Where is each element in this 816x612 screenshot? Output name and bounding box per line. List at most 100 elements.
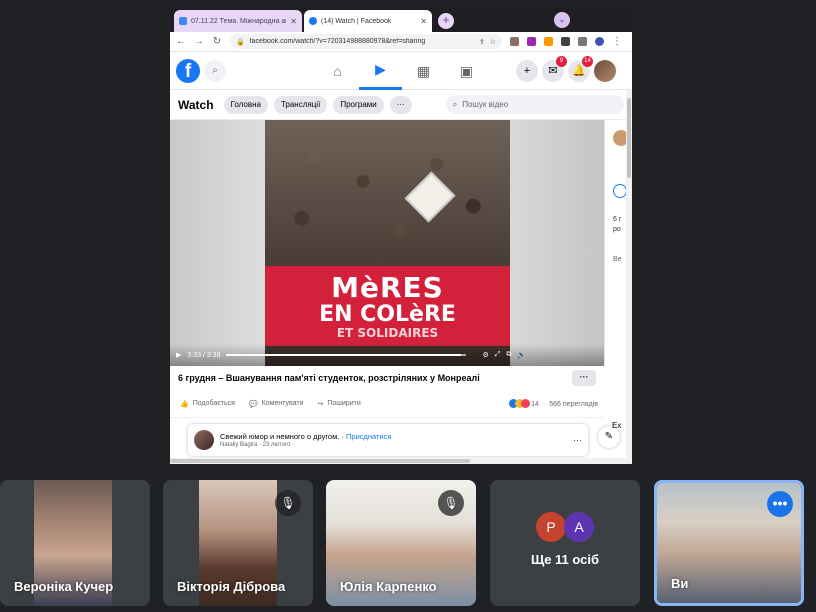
- scrollbar[interactable]: [626, 90, 632, 464]
- forward-icon[interactable]: →: [194, 36, 204, 47]
- horizontal-scrollbar[interactable]: [170, 458, 626, 464]
- messenger-icon[interactable]: ✉ 9: [542, 56, 567, 82]
- play-icon[interactable]: ▶: [176, 351, 181, 359]
- video-player[interactable]: MèRES EN COLèRE ET SOLIDAIRES ▶ 3:33 / 3…: [170, 120, 604, 366]
- back-icon[interactable]: ←: [176, 36, 186, 47]
- gaming-icon[interactable]: ▣: [445, 52, 488, 90]
- notifications-icon[interactable]: 🔔 14: [568, 56, 593, 82]
- avatar: [194, 430, 214, 450]
- pip-icon[interactable]: ⧉: [506, 351, 511, 359]
- participant-tile[interactable]: 🎙 Вікторія Діброва: [163, 480, 313, 606]
- participant-tile[interactable]: 🎙 Юлія Карпенко: [326, 480, 476, 606]
- reload-icon[interactable]: ↻: [212, 36, 222, 47]
- video-actions: 👍 Подобається 💬 Коментувати ↪ Поширити 14 ·…: [170, 390, 604, 418]
- participant-name: Вероніка Кучер: [14, 579, 114, 594]
- post-author: Nataliy Bagira · 23 лютого ·: [220, 442, 294, 448]
- watch-more-button[interactable]: ···: [389, 95, 412, 114]
- participant-tile[interactable]: Вероніка Кучер: [0, 480, 150, 606]
- join-link[interactable]: Присднатися: [346, 432, 391, 441]
- browser-tab-facebook[interactable]: (14) Watch | Facebook ✕: [304, 10, 432, 32]
- watch-search-input[interactable]: ⌕ Пошук відео: [445, 95, 624, 114]
- views-count: 566 переглядів: [549, 401, 598, 408]
- self-tile[interactable]: ••• Ви: [654, 480, 804, 606]
- video-progress[interactable]: [226, 354, 467, 356]
- tab-label: 07.11.22 Тема. Міжнародна акц: [191, 17, 287, 25]
- url-text: facebook.com/watch/?v=720314988880978&re…: [249, 38, 426, 45]
- participant-name: Юлія Карпенко: [340, 579, 437, 594]
- watch-tab-live[interactable]: Трансляції: [273, 95, 328, 114]
- video-frame: MèRES EN COLèRE ET SOLIDAIRES: [265, 120, 510, 366]
- watch-bar: Watch Головна Трансляції Програми ··· ⌕ …: [170, 90, 632, 120]
- close-icon[interactable]: ✕: [290, 17, 297, 26]
- participant-name: Ви: [671, 576, 689, 591]
- sidepanel-icon[interactable]: [578, 37, 587, 46]
- share-icon: ↪: [317, 400, 324, 408]
- scrollbar-thumb[interactable]: [627, 98, 631, 178]
- watch-tab-home[interactable]: Головна: [223, 95, 268, 114]
- search-icon[interactable]: ⌕: [204, 59, 226, 82]
- side-text: 6 г: [613, 216, 622, 223]
- extension-icon[interactable]: [527, 37, 536, 46]
- suggested-post[interactable]: Свежий юмор и немного о другом. · Присдн…: [188, 424, 588, 456]
- facebook-header-actions: + ✉ 9 🔔 14: [516, 56, 616, 82]
- star-icon[interactable]: ☆: [490, 38, 496, 46]
- avatar[interactable]: [594, 60, 616, 82]
- fullscreen-icon[interactable]: ⤢: [495, 351, 501, 359]
- more-participants-label: Ще 11 осіб: [530, 551, 600, 567]
- share-button[interactable]: ↪ Поширити: [317, 400, 360, 408]
- banner-line3: ET SOLIDAIRES: [336, 326, 439, 340]
- more-participants-avatars: P A: [536, 511, 594, 542]
- volume-icon[interactable]: 🔈: [517, 351, 526, 359]
- browser-tab-lesson[interactable]: 07.11.22 Тема. Міжнародна акц ✕: [174, 10, 302, 32]
- watch-tab-shows[interactable]: Програми: [333, 95, 384, 114]
- participant-name: Вікторія Діброва: [177, 579, 286, 594]
- url-input[interactable]: 🔒 facebook.com/watch/?v=720314988880978&…: [230, 34, 502, 49]
- like-button[interactable]: 👍 Подобається: [180, 400, 235, 408]
- chevron-down-icon[interactable]: ⌄: [554, 12, 570, 28]
- extension-icon[interactable]: [544, 37, 553, 46]
- info-icon: [613, 184, 627, 198]
- extension-icon[interactable]: [510, 37, 519, 46]
- watch-icon[interactable]: ▶: [359, 52, 402, 90]
- scrollbar-thumb[interactable]: [170, 459, 470, 463]
- progress-fill: [226, 354, 461, 356]
- search-placeholder: Пошук відео: [462, 100, 509, 109]
- address-bar: ← → ↻ 🔒 facebook.com/watch/?v=7203149888…: [170, 32, 632, 52]
- facebook-nav: ⌂ ▶ ▦ ▣: [316, 52, 488, 90]
- side-text: Ex: [612, 421, 622, 430]
- side-text: Ве: [613, 256, 622, 263]
- video-more-button[interactable]: ···: [572, 370, 596, 386]
- profile-icon[interactable]: [595, 37, 604, 46]
- search-icon: ⌕: [452, 99, 458, 109]
- create-button[interactable]: +: [516, 60, 538, 82]
- browser-tab-bar: 07.11.22 Тема. Міжнародна акц ✕ (14) Wat…: [170, 6, 632, 32]
- thumbs-up-icon: 👍: [180, 400, 189, 408]
- share-label: Поширити: [327, 400, 361, 407]
- post-more-button[interactable]: ···: [573, 435, 582, 445]
- shared-screen: 07.11.22 Тема. Міжнародна акц ✕ (14) Wat…: [170, 6, 632, 464]
- share-icon[interactable]: ⇪: [479, 38, 485, 46]
- new-tab-button[interactable]: +: [438, 13, 454, 29]
- menu-kebab-icon[interactable]: ⋮: [612, 36, 622, 47]
- puzzle-icon[interactable]: [561, 37, 570, 46]
- gear-icon[interactable]: ⚙: [482, 351, 488, 359]
- video-controls: ▶ 3:33 / 3:38 ⚙ ⤢ ⧉ 🔈: [170, 344, 604, 366]
- banner-line2: EN COLèRE: [319, 302, 456, 327]
- comment-icon: 💬: [248, 400, 258, 408]
- marketplace-icon[interactable]: ▦: [402, 52, 445, 90]
- reactions-icon[interactable]: [509, 399, 531, 410]
- reactions-count[interactable]: 14: [531, 401, 539, 408]
- facebook-header: f ⌕ ⌂ ▶ ▦ ▣ + ✉ 9 🔔 14: [170, 52, 632, 90]
- comment-button[interactable]: 💬 Коментувати: [249, 400, 304, 408]
- home-icon[interactable]: ⌂: [316, 52, 359, 90]
- close-icon[interactable]: ✕: [420, 17, 427, 26]
- video-stats: 14 · 566 переглядів: [509, 399, 598, 410]
- more-options-button[interactable]: •••: [767, 491, 793, 517]
- video-title-text: 6 грудня – Вшанування пам'яті студенток,…: [178, 373, 480, 383]
- comment-label: Коментувати: [261, 400, 304, 407]
- notifications-badge: 14: [582, 56, 593, 67]
- mic-off-icon: 🎙: [275, 490, 301, 516]
- watch-title: Watch: [178, 97, 214, 112]
- facebook-logo[interactable]: f: [176, 58, 200, 83]
- more-participants-tile[interactable]: P A Ще 11 осіб: [490, 480, 640, 606]
